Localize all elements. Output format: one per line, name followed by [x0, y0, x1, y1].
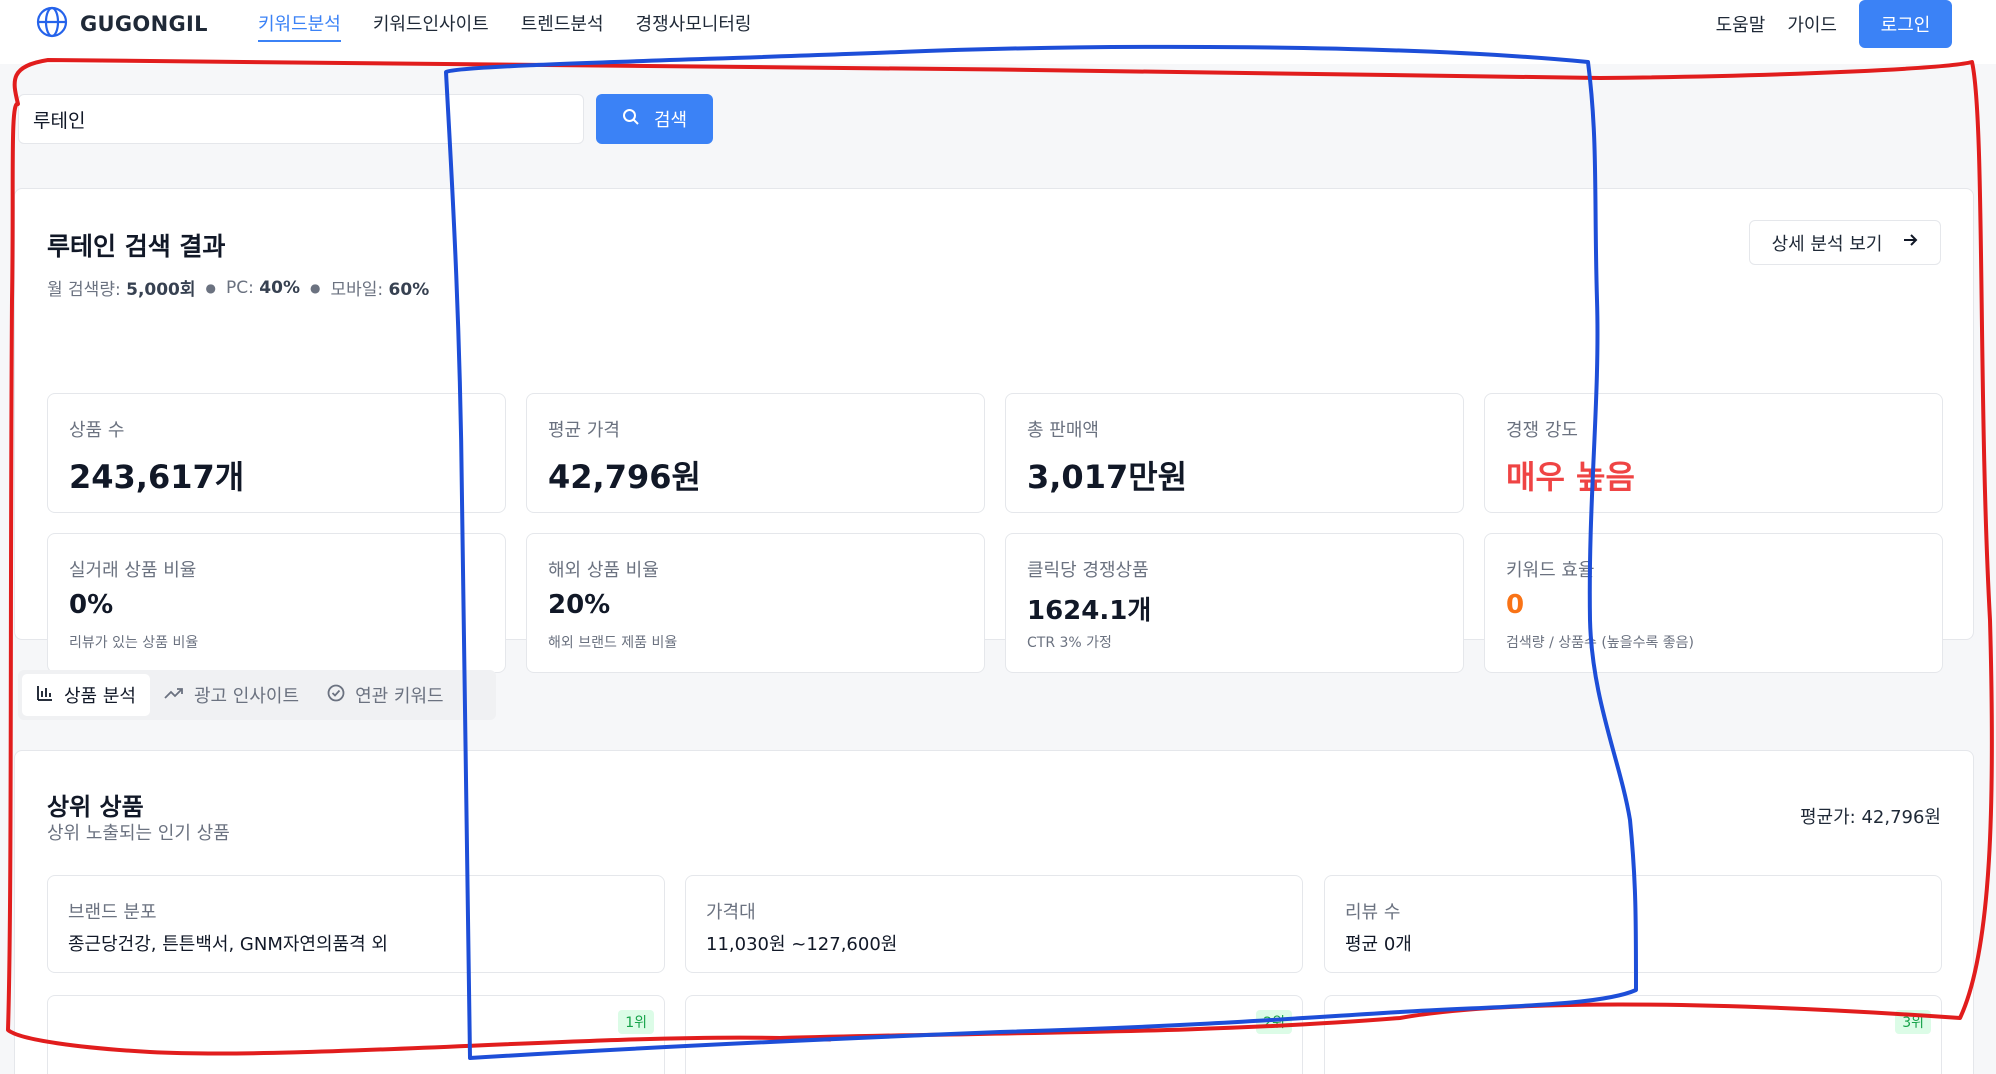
stat-label: 평균 가격	[548, 420, 620, 441]
stat-value: 1624.1개	[1027, 596, 1152, 626]
stat-card-competition: 경쟁 강도 매우 높음	[1484, 393, 1943, 513]
pc-value: 40%	[259, 277, 300, 298]
stat-label: 상품 수	[69, 420, 125, 441]
stat-label: 키워드 효율	[1506, 560, 1595, 581]
brand-name: GUGONGIL	[80, 12, 208, 36]
main-content: 검색 루테인 검색 결과 월 검색량: 5,000회 ● PC: 40% ● 모…	[0, 64, 1996, 1074]
main-nav: 키워드분석 키워드인사이트 트렌드분석 경쟁사모니터링	[258, 10, 751, 42]
info-label: 리뷰 수	[1345, 902, 1401, 923]
stat-value: 0%	[69, 590, 114, 620]
info-value: 종근당건강, 튼튼백서, GNM자연의품격 외	[68, 934, 388, 955]
search-input[interactable]	[18, 94, 584, 144]
brand-logo[interactable]: GUGONGIL	[36, 6, 208, 42]
mobile-value: 60%	[388, 280, 430, 300]
stat-note: 검색량 / 상품수 (높을수록 좋음)	[1506, 635, 1695, 651]
stat-value: 243,617개	[69, 458, 245, 496]
bar-chart-icon	[36, 684, 54, 707]
info-value: 평균 0개	[1345, 934, 1412, 955]
product-card[interactable]: 2위	[685, 995, 1303, 1074]
globe-icon	[36, 6, 68, 42]
average-price: 평균가: 42,796원	[1799, 807, 1941, 828]
stat-label: 실거래 상품 비율	[69, 560, 197, 581]
rank-badge: 2위	[1256, 1010, 1292, 1034]
stat-value: 매우 높음	[1506, 458, 1635, 496]
login-button[interactable]: 로그인	[1859, 0, 1952, 48]
stat-note: CTR 3% 가정	[1027, 635, 1112, 651]
stat-value: 42,796원	[548, 458, 701, 496]
brand-distribution-box: 브랜드 분포 종근당건강, 튼튼백서, GNM자연의품격 외	[47, 875, 665, 973]
tab-product-analysis[interactable]: 상품 분석	[22, 674, 150, 716]
help-link[interactable]: 도움말	[1716, 11, 1766, 37]
mobile-label: 모바일:	[330, 280, 384, 300]
stat-note: 리뷰가 있는 상품 비율	[69, 635, 199, 651]
review-count-box: 리뷰 수 평균 0개	[1324, 875, 1942, 973]
result-summary: 월 검색량: 5,000회 ● PC: 40% ● 모바일: 60%	[47, 275, 430, 301]
arrow-right-icon	[1902, 232, 1918, 253]
rank-badge: 1위	[618, 1010, 654, 1034]
search-icon	[622, 108, 640, 131]
stat-card-avg-price: 평균 가격 42,796원	[526, 393, 985, 513]
stat-card-click-competition: 클릭당 경쟁상품 1624.1개 CTR 3% 가정	[1005, 533, 1464, 673]
tab-ad-insight[interactable]: 광고 인사이트	[150, 674, 313, 716]
section-title: 상위 상품	[47, 793, 144, 821]
stat-card-real-trade-ratio: 실거래 상품 비율 0% 리뷰가 있는 상품 비율	[47, 533, 506, 673]
top-header: GUGONGIL 키워드분석 키워드인사이트 트렌드분석 경쟁사모니터링 도움말…	[0, 0, 1996, 48]
check-circle-icon	[327, 684, 345, 707]
nav-keyword-insight[interactable]: 키워드인사이트	[373, 10, 489, 42]
header-actions: 도움말 가이드 로그인	[1716, 0, 1952, 48]
stat-note: 해외 브랜드 제품 비율	[548, 635, 678, 651]
tab-label: 상품 분석	[64, 686, 136, 707]
section-subtitle: 상위 노출되는 인기 상품	[47, 823, 230, 844]
search-result-card: 루테인 검색 결과 월 검색량: 5,000회 ● PC: 40% ● 모바일:…	[14, 188, 1974, 673]
nav-competitor-monitoring[interactable]: 경쟁사모니터링	[636, 10, 752, 42]
analysis-tabs: 상품 분석 광고 인사이트 연관 키워드	[18, 670, 496, 720]
tab-related-keywords[interactable]: 연관 키워드	[313, 674, 458, 716]
tab-label: 광고 인사이트	[193, 686, 300, 707]
stat-card-overseas-ratio: 해외 상품 비율 20% 해외 브랜드 제품 비율	[526, 533, 985, 673]
stat-label: 클릭당 경쟁상품	[1027, 560, 1149, 581]
top-products-card: 상위 상품 상위 노출되는 인기 상품 평균가: 42,796원 브랜드 분포 …	[14, 750, 1974, 1074]
tab-label: 연관 키워드	[355, 686, 444, 707]
info-value: 11,030원 ~127,600원	[706, 934, 898, 955]
price-range-box: 가격대 11,030원 ~127,600원	[685, 875, 1303, 973]
product-card[interactable]: 1위	[47, 995, 665, 1074]
stat-value: 3,017만원	[1027, 458, 1188, 496]
result-title: 루테인 검색 결과	[47, 232, 226, 261]
info-label: 가격대	[706, 902, 756, 923]
stat-card-keyword-efficiency: 키워드 효율 0 검색량 / 상품수 (높을수록 좋음)	[1484, 533, 1943, 673]
stat-value: 20%	[548, 590, 611, 620]
stat-card-total-sales: 총 판매액 3,017만원	[1005, 393, 1464, 513]
stat-card-product-count: 상품 수 243,617개	[47, 393, 506, 513]
stat-label: 총 판매액	[1027, 420, 1099, 441]
info-label: 브랜드 분포	[68, 902, 157, 923]
search-button-label: 검색	[653, 110, 688, 131]
product-card[interactable]: 3위	[1324, 995, 1942, 1074]
stat-label: 경쟁 강도	[1506, 420, 1578, 441]
stat-value: 0	[1506, 590, 1525, 620]
monthly-search-value: 5,000회	[126, 280, 196, 300]
detail-analysis-button[interactable]: 상세 분석 보기	[1749, 220, 1941, 265]
nav-trend-analysis[interactable]: 트렌드분석	[521, 10, 604, 42]
detail-analysis-label: 상세 분석 보기	[1771, 233, 1883, 255]
separator-dot: ●	[205, 280, 217, 295]
stat-label: 해외 상품 비율	[548, 560, 659, 581]
trending-up-icon	[164, 684, 184, 707]
pc-label: PC:	[226, 277, 254, 298]
monthly-search-label: 월 검색량:	[47, 280, 121, 300]
search-button[interactable]: 검색	[596, 94, 713, 144]
rank-badge: 3위	[1895, 1010, 1931, 1034]
separator-dot: ●	[309, 280, 321, 295]
guide-link[interactable]: 가이드	[1787, 11, 1837, 37]
nav-keyword-analysis[interactable]: 키워드분석	[258, 10, 341, 42]
